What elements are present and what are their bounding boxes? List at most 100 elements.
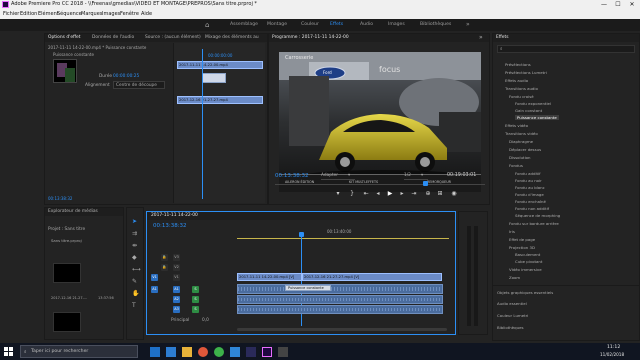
audio-clip-a2[interactable] xyxy=(237,295,443,304)
work-area-bar[interactable] xyxy=(237,238,449,239)
project-item-name[interactable]: 2017-12-16 21-27-... xyxy=(51,296,87,300)
insert-icon[interactable]: ⊕ xyxy=(423,190,433,198)
tab-effects[interactable]: Effets xyxy=(496,34,509,42)
track-solo-a1[interactable]: S xyxy=(192,286,199,293)
menu-element[interactable]: Elément xyxy=(38,9,59,19)
workspace-audio[interactable]: Audio xyxy=(360,19,373,31)
effects-item-fade-to-black[interactable]: Fondu au noir xyxy=(515,178,542,183)
workspace-assemblage[interactable]: Assemblage xyxy=(230,19,258,31)
effects-item-3d-motion[interactable]: Projection 3D xyxy=(509,245,535,250)
effects-item-crossfade[interactable]: Fondu croisé xyxy=(509,94,534,99)
go-to-out-icon[interactable]: ⇥ xyxy=(409,190,419,198)
effects-item-fades[interactable]: Fondus xyxy=(509,163,523,168)
effects-item-immersive-video[interactable]: Vidéo immersive xyxy=(509,267,542,272)
effects-item-page-peel[interactable]: Effet de page xyxy=(509,237,535,242)
taskbar-mail-icon[interactable] xyxy=(246,347,256,357)
effects-item-dissolve[interactable]: Dissolution xyxy=(509,155,531,160)
audio-clip-a1[interactable] xyxy=(237,284,443,294)
effects-item-presets[interactable]: Présélections xyxy=(505,62,531,67)
effects-item-diaphragm[interactable]: Diaphragme xyxy=(509,139,533,144)
track-lock-v3[interactable]: 🔒 xyxy=(161,254,168,261)
video-clip-a[interactable]: 2017-11-11 14-22-00.mp4 [V] xyxy=(237,273,302,281)
program-playhead[interactable] xyxy=(423,181,428,186)
mark-out-icon[interactable]: } xyxy=(347,190,357,198)
effects-item-cube-spin[interactable]: Cube pivotant xyxy=(515,259,542,264)
tab-effect-options[interactable]: Options d'effet xyxy=(48,34,80,42)
tab-source[interactable]: Source : (aucun élément) xyxy=(145,34,201,42)
step-back-icon[interactable]: ◂ xyxy=(373,190,383,198)
program-timecode-current[interactable]: 00:13:38:32 xyxy=(275,173,309,179)
type-tool-icon[interactable]: T xyxy=(132,302,136,309)
razor-tool-icon[interactable]: ◆ xyxy=(132,254,137,261)
windows-start-icon[interactable] xyxy=(4,347,14,357)
effects-item-move-over[interactable]: Déplacer dessus xyxy=(509,147,541,152)
project-item-thumbnail-2[interactable] xyxy=(53,312,81,332)
fit-dropdown[interactable]: Adapter ▾ xyxy=(321,173,355,180)
track-solo-a3[interactable]: S xyxy=(192,306,199,313)
hand-tool-icon[interactable]: ✋ xyxy=(132,290,139,297)
tab-audio-data[interactable]: Données de l'audio xyxy=(92,34,134,42)
taskbar-task-view-icon[interactable] xyxy=(150,347,160,357)
pen-tool-icon[interactable]: ✎ xyxy=(132,278,137,285)
tab-sequence[interactable]: 2017-11-11 14-22-00 xyxy=(151,212,198,220)
effects-item-audio-transitions[interactable]: Transitions audio xyxy=(505,86,538,91)
track-label-v2[interactable]: V2 xyxy=(173,264,180,271)
effect-clip-a[interactable]: 2017-11-11 14-22-00.mp4 xyxy=(177,61,263,69)
taskbar-explorer-icon[interactable] xyxy=(182,347,192,357)
workspace-effets[interactable]: Effets xyxy=(330,19,343,31)
effects-item-constant-gain[interactable]: Gain constant xyxy=(515,108,542,113)
panel-essential-graphics[interactable]: Objets graphiques essentiels xyxy=(497,290,553,295)
close-button[interactable]: ✕ xyxy=(625,0,639,9)
overwrite-icon[interactable]: ⊞ xyxy=(435,190,445,198)
video-clip-b[interactable]: 2017-12-16 21-27-27.mp4 [V] xyxy=(302,273,442,281)
track-select-tool-icon[interactable]: ⇉ xyxy=(132,230,137,237)
workspace-bibliotheques[interactable]: Bibliothèques xyxy=(420,19,451,31)
effects-item-fade-to-white[interactable]: Fondu au blanc xyxy=(515,185,545,190)
panel-essential-audio[interactable]: Audio essentiel xyxy=(497,301,527,306)
menu-aide[interactable]: Aide xyxy=(141,9,152,19)
effects-item-lumetri-presets[interactable]: Présélections Lumetri xyxy=(505,70,547,75)
go-to-in-icon[interactable]: ⇤ xyxy=(361,190,371,198)
effect-controls-timeline[interactable]: 00:00:00:00 2017-11-11 14-22-00.mp4 2017… xyxy=(173,43,265,203)
tab-clip-mixer[interactable]: Mixage des éléments au xyxy=(205,34,259,42)
track-solo-a2[interactable]: S xyxy=(192,296,199,303)
panel-lumetri-color[interactable]: Couleur Lumetri xyxy=(497,313,528,318)
track-label-a2[interactable]: A2 xyxy=(173,296,180,303)
workspace-images[interactable]: Images xyxy=(388,19,405,31)
track-label-v1[interactable]: V1 xyxy=(173,274,180,281)
timeline-timecode[interactable]: 00:13:38:32 xyxy=(153,223,187,229)
source-patch-a1[interactable]: A1 xyxy=(151,286,158,293)
effects-item-morph-cut[interactable]: Séquence de morphing xyxy=(515,213,560,218)
taskbar-premiere-icon[interactable] xyxy=(262,347,272,357)
slip-tool-icon[interactable]: ⟷ xyxy=(132,266,141,273)
effects-item-flip[interactable]: Basculement xyxy=(515,252,540,257)
home-icon[interactable]: ⌂ xyxy=(205,19,209,31)
effects-item-video-effects[interactable]: Effets vidéo xyxy=(505,123,528,128)
project-item-thumbnail[interactable] xyxy=(53,263,81,283)
duration-value[interactable]: 00:00:00:25 xyxy=(113,74,139,79)
master-track-value[interactable]: 0,0 xyxy=(202,318,209,323)
effects-item-non-additive-fade[interactable]: Fondu non additif xyxy=(515,206,549,211)
minimize-button[interactable]: — xyxy=(597,0,611,9)
menu-edition[interactable]: Edition xyxy=(20,9,37,19)
effect-playhead[interactable] xyxy=(202,49,203,199)
effects-item-constant-power[interactable]: Puissance constante xyxy=(515,115,559,120)
effects-item-audio-effects[interactable]: Effets audio xyxy=(505,78,528,83)
program-more-icon[interactable]: » xyxy=(479,34,483,42)
taskbar-edge-icon[interactable] xyxy=(166,347,176,357)
menu-images[interactable]: Images xyxy=(102,9,120,19)
effects-item-border-fade[interactable]: Fondu sur bordure arrière xyxy=(509,221,559,226)
taskbar-firefox-icon[interactable] xyxy=(198,347,208,357)
step-forward-icon[interactable]: ▸ xyxy=(397,190,407,198)
track-label-a1[interactable]: A1 xyxy=(173,286,180,293)
taskbar-app-icon[interactable] xyxy=(230,347,240,357)
tab-project[interactable]: Projet : Sans titre xyxy=(48,227,85,232)
tab-media-browser[interactable]: Explorateur de médias xyxy=(48,208,98,216)
audio-transition[interactable]: Puissance constante xyxy=(285,285,331,291)
tab-program[interactable]: Programme : 2017-11-11 14-22-00 xyxy=(272,34,349,42)
effects-item-exponential-fade[interactable]: Fondu exponentiel xyxy=(515,101,551,106)
track-lock-v2[interactable]: 🔒 xyxy=(161,264,168,271)
panel-libraries[interactable]: Bibliothèques xyxy=(497,325,524,330)
effects-item-zoom[interactable]: Zoom xyxy=(509,275,520,280)
play-icon[interactable]: ▶ xyxy=(385,190,395,198)
